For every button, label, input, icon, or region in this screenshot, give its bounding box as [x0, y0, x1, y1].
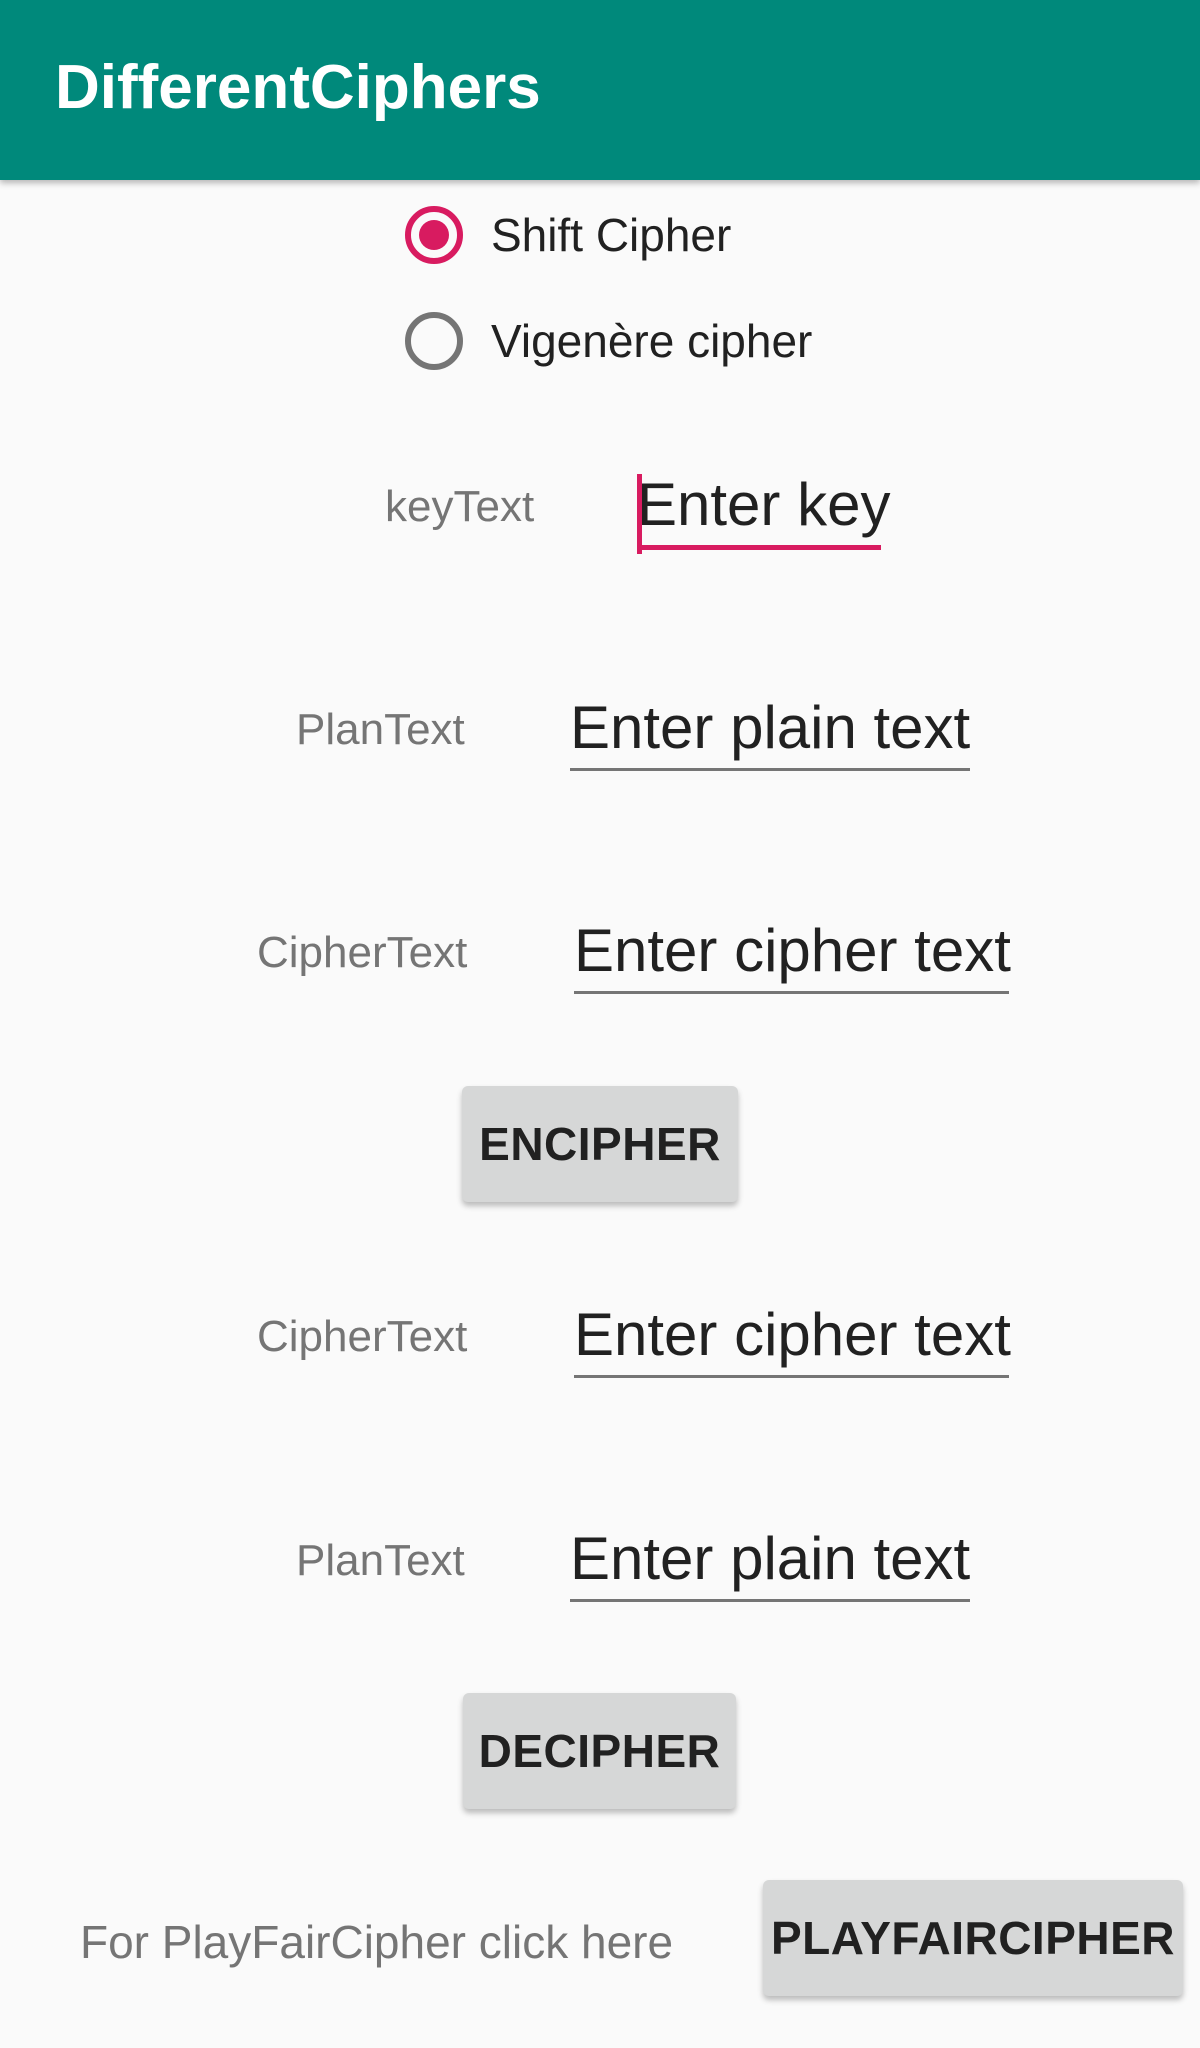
- text-cursor: [637, 474, 642, 554]
- encipher-cipher-placeholder: Enter cipher text: [574, 917, 1011, 984]
- encipher-cipher-label: CipherText: [257, 928, 468, 977]
- encipher-plain-label: PlanText: [296, 705, 465, 754]
- radio-vigenere-cipher-label: Vigenère cipher: [491, 315, 813, 367]
- encipher-button[interactable]: ENCIPHER: [462, 1086, 738, 1202]
- playfaircipher-button[interactable]: PLAYFAIRCIPHER: [763, 1880, 1183, 1996]
- key-label: keyText: [385, 482, 535, 531]
- decipher-cipher-label: CipherText: [257, 1312, 468, 1361]
- decipher-plain-placeholder: Enter plain text: [570, 1525, 971, 1592]
- decipher-plain-output[interactable]: Enter plain text: [570, 1524, 970, 1602]
- radio-unchecked-icon: [405, 312, 463, 370]
- app-bar: DifferentCiphers: [0, 0, 1200, 180]
- key-input-placeholder: Enter key: [637, 471, 891, 538]
- radio-shift-cipher[interactable]: Shift Cipher: [405, 200, 731, 270]
- app-title: DifferentCiphers: [55, 53, 541, 122]
- decipher-button[interactable]: DECIPHER: [463, 1693, 736, 1809]
- radio-vigenere-cipher[interactable]: Vigenère cipher: [405, 306, 812, 376]
- playfair-prompt-text: For PlayFairCipher click here: [80, 1916, 674, 1968]
- decipher-cipher-placeholder: Enter cipher text: [574, 1301, 1011, 1368]
- encipher-cipher-output[interactable]: Enter cipher text: [574, 916, 1011, 994]
- encipher-plain-input[interactable]: Enter plain text: [570, 693, 970, 771]
- decipher-cipher-input[interactable]: Enter cipher text: [574, 1300, 1011, 1378]
- decipher-plain-label: PlanText: [296, 1536, 465, 1585]
- encipher-plain-placeholder: Enter plain text: [570, 694, 971, 761]
- key-input[interactable]: Enter key: [637, 470, 890, 554]
- radio-checked-icon: [405, 206, 463, 264]
- radio-shift-cipher-label: Shift Cipher: [491, 209, 732, 261]
